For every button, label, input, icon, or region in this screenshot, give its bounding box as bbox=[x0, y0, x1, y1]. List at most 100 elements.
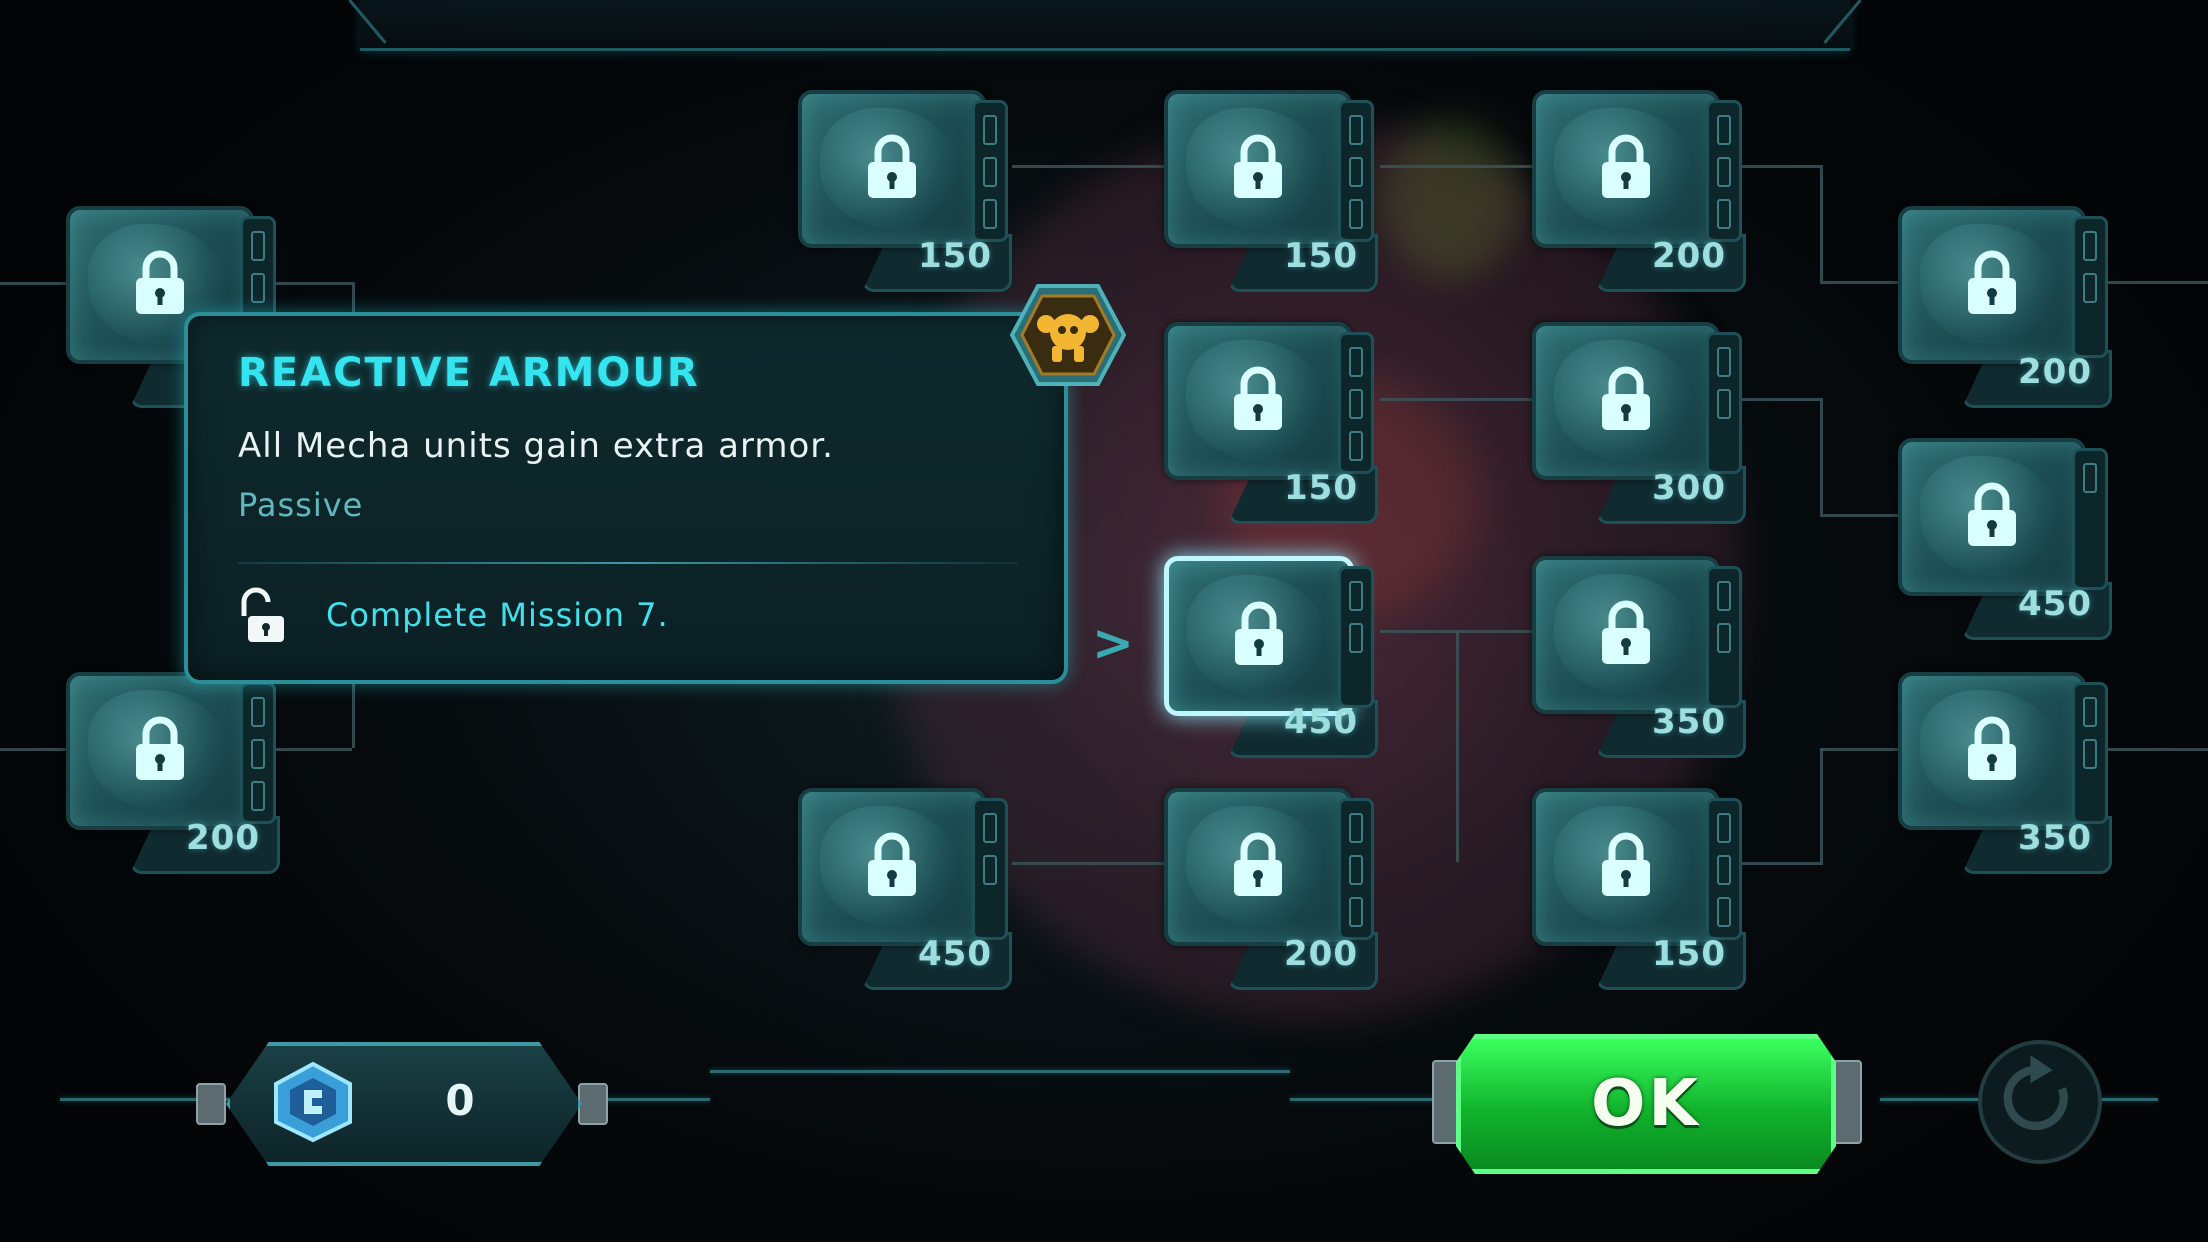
skill-tile bbox=[1898, 206, 2086, 364]
skill-node-col4-row1[interactable]: 200 bbox=[1532, 90, 1746, 292]
top-frame bbox=[360, 0, 1850, 51]
upgrade-level-slots bbox=[1338, 566, 1374, 708]
skill-node-col5-row2[interactable]: 450 bbox=[1898, 438, 2112, 640]
level-slot bbox=[1349, 581, 1363, 611]
padlock-icon bbox=[1602, 134, 1650, 198]
level-slot bbox=[1717, 581, 1731, 611]
skill-node-col2-row1[interactable]: 150 bbox=[798, 90, 1012, 292]
skill-tile bbox=[1164, 90, 1352, 248]
level-slot bbox=[251, 697, 265, 727]
skill-cost: 450 bbox=[2018, 584, 2092, 624]
padlock-icon bbox=[1602, 832, 1650, 896]
level-slot bbox=[1349, 157, 1363, 187]
rail-endcap bbox=[578, 1083, 608, 1125]
skill-cost: 450 bbox=[918, 934, 992, 974]
skill-node-col4-row2[interactable]: 300 bbox=[1532, 322, 1746, 524]
skill-node-col3-row2[interactable]: 150 bbox=[1164, 322, 1378, 524]
skill-tile bbox=[1532, 90, 1720, 248]
skill-node-col3-row1[interactable]: 150 bbox=[1164, 90, 1378, 292]
tree-connector bbox=[1820, 748, 1900, 751]
skill-node-col1-row3[interactable]: 200 bbox=[66, 672, 280, 874]
skill-cost: 200 bbox=[1652, 236, 1726, 276]
padlock-icon bbox=[1968, 482, 2016, 546]
padlock-icon bbox=[1234, 832, 1282, 896]
skill-tile bbox=[1532, 788, 1720, 946]
rail-endcap bbox=[1832, 1060, 1862, 1144]
padlock-icon bbox=[1602, 600, 1650, 664]
skill-cost: 350 bbox=[2018, 818, 2092, 858]
skill-tile bbox=[1898, 438, 2086, 596]
padlock-icon bbox=[1602, 366, 1650, 430]
upgrade-level-slots bbox=[972, 100, 1008, 242]
level-slot bbox=[1717, 157, 1731, 187]
upgrade-level-slots bbox=[972, 798, 1008, 940]
tree-connector bbox=[1012, 165, 1167, 168]
skill-cost: 200 bbox=[2018, 352, 2092, 392]
rail-endcap bbox=[196, 1083, 226, 1125]
padlock-icon bbox=[1235, 601, 1283, 665]
tree-connector bbox=[1820, 165, 1823, 281]
tree-connector bbox=[1380, 165, 1535, 168]
tooltip-pointer-arrow: > bbox=[1092, 614, 1134, 672]
skill-cost: 150 bbox=[1284, 468, 1358, 508]
level-slot bbox=[1349, 897, 1363, 927]
upgrade-level-slots bbox=[1338, 798, 1374, 940]
level-slot bbox=[2083, 697, 2097, 727]
tree-connector bbox=[1380, 398, 1535, 401]
skill-node-col5-row3[interactable]: 350 bbox=[1898, 672, 2112, 874]
level-slot bbox=[2083, 231, 2097, 261]
skill-node-col5-row1[interactable]: 200 bbox=[1898, 206, 2112, 408]
skill-node-col3-row3[interactable]: 450 bbox=[1164, 556, 1378, 758]
level-slot bbox=[983, 813, 997, 843]
skill-cost: 150 bbox=[1284, 236, 1358, 276]
upgrade-level-slots bbox=[1706, 798, 1742, 940]
tree-connector bbox=[270, 282, 352, 285]
reset-button[interactable] bbox=[1978, 1040, 2102, 1164]
skill-node-col3-row4[interactable]: 200 bbox=[1164, 788, 1378, 990]
upgrade-level-slots bbox=[1338, 100, 1374, 242]
level-slot bbox=[1349, 115, 1363, 145]
level-slot bbox=[983, 157, 997, 187]
level-slot bbox=[2083, 273, 2097, 303]
tree-connector bbox=[1740, 165, 1820, 168]
level-slot bbox=[1349, 199, 1363, 229]
skill-tile bbox=[1164, 556, 1354, 716]
tree-connector bbox=[1740, 862, 1820, 865]
bottom-rail bbox=[710, 1070, 1290, 1073]
tree-connector bbox=[1820, 514, 1900, 517]
padlock-icon bbox=[1968, 250, 2016, 314]
padlock-icon bbox=[1968, 716, 2016, 780]
upgrade-level-slots bbox=[1706, 332, 1742, 474]
skill-cost: 200 bbox=[1284, 934, 1358, 974]
skill-tile bbox=[1532, 322, 1720, 480]
skill-tile bbox=[1898, 672, 2086, 830]
level-slot bbox=[1717, 897, 1731, 927]
level-slot bbox=[1717, 389, 1731, 419]
tree-connector bbox=[1820, 748, 1823, 865]
skill-cost: 200 bbox=[186, 818, 260, 858]
skill-tooltip: REACTIVE ARMOUR All Mecha units gain ext… bbox=[184, 312, 1068, 684]
skill-description: All Mecha units gain extra armor. bbox=[238, 426, 834, 466]
level-slot bbox=[1349, 813, 1363, 843]
skill-node-col4-row4[interactable]: 150 bbox=[1532, 788, 1746, 990]
skill-node-col4-row3[interactable]: 350 bbox=[1532, 556, 1746, 758]
tree-connector bbox=[1012, 862, 1167, 865]
bottom-rail bbox=[2098, 1098, 2158, 1101]
tree-connector bbox=[0, 282, 66, 285]
skill-node-col2-row4[interactable]: 450 bbox=[798, 788, 1012, 990]
skill-tile bbox=[1164, 322, 1352, 480]
padlock-icon bbox=[136, 250, 184, 314]
ok-button[interactable]: OK bbox=[1456, 1034, 1836, 1174]
level-slot bbox=[1717, 855, 1731, 885]
skill-tile bbox=[1532, 556, 1720, 714]
level-slot bbox=[1349, 389, 1363, 419]
bottom-rail bbox=[1880, 1098, 1980, 1101]
upgrade-gem-icon bbox=[274, 1061, 352, 1143]
skill-cost: 150 bbox=[1652, 934, 1726, 974]
upgrade-level-slots bbox=[2072, 216, 2108, 358]
level-slot bbox=[1717, 347, 1731, 377]
level-slot bbox=[983, 855, 997, 885]
unlock-requirement-icon bbox=[241, 587, 284, 642]
level-slot bbox=[1717, 199, 1731, 229]
level-slot bbox=[251, 781, 265, 811]
